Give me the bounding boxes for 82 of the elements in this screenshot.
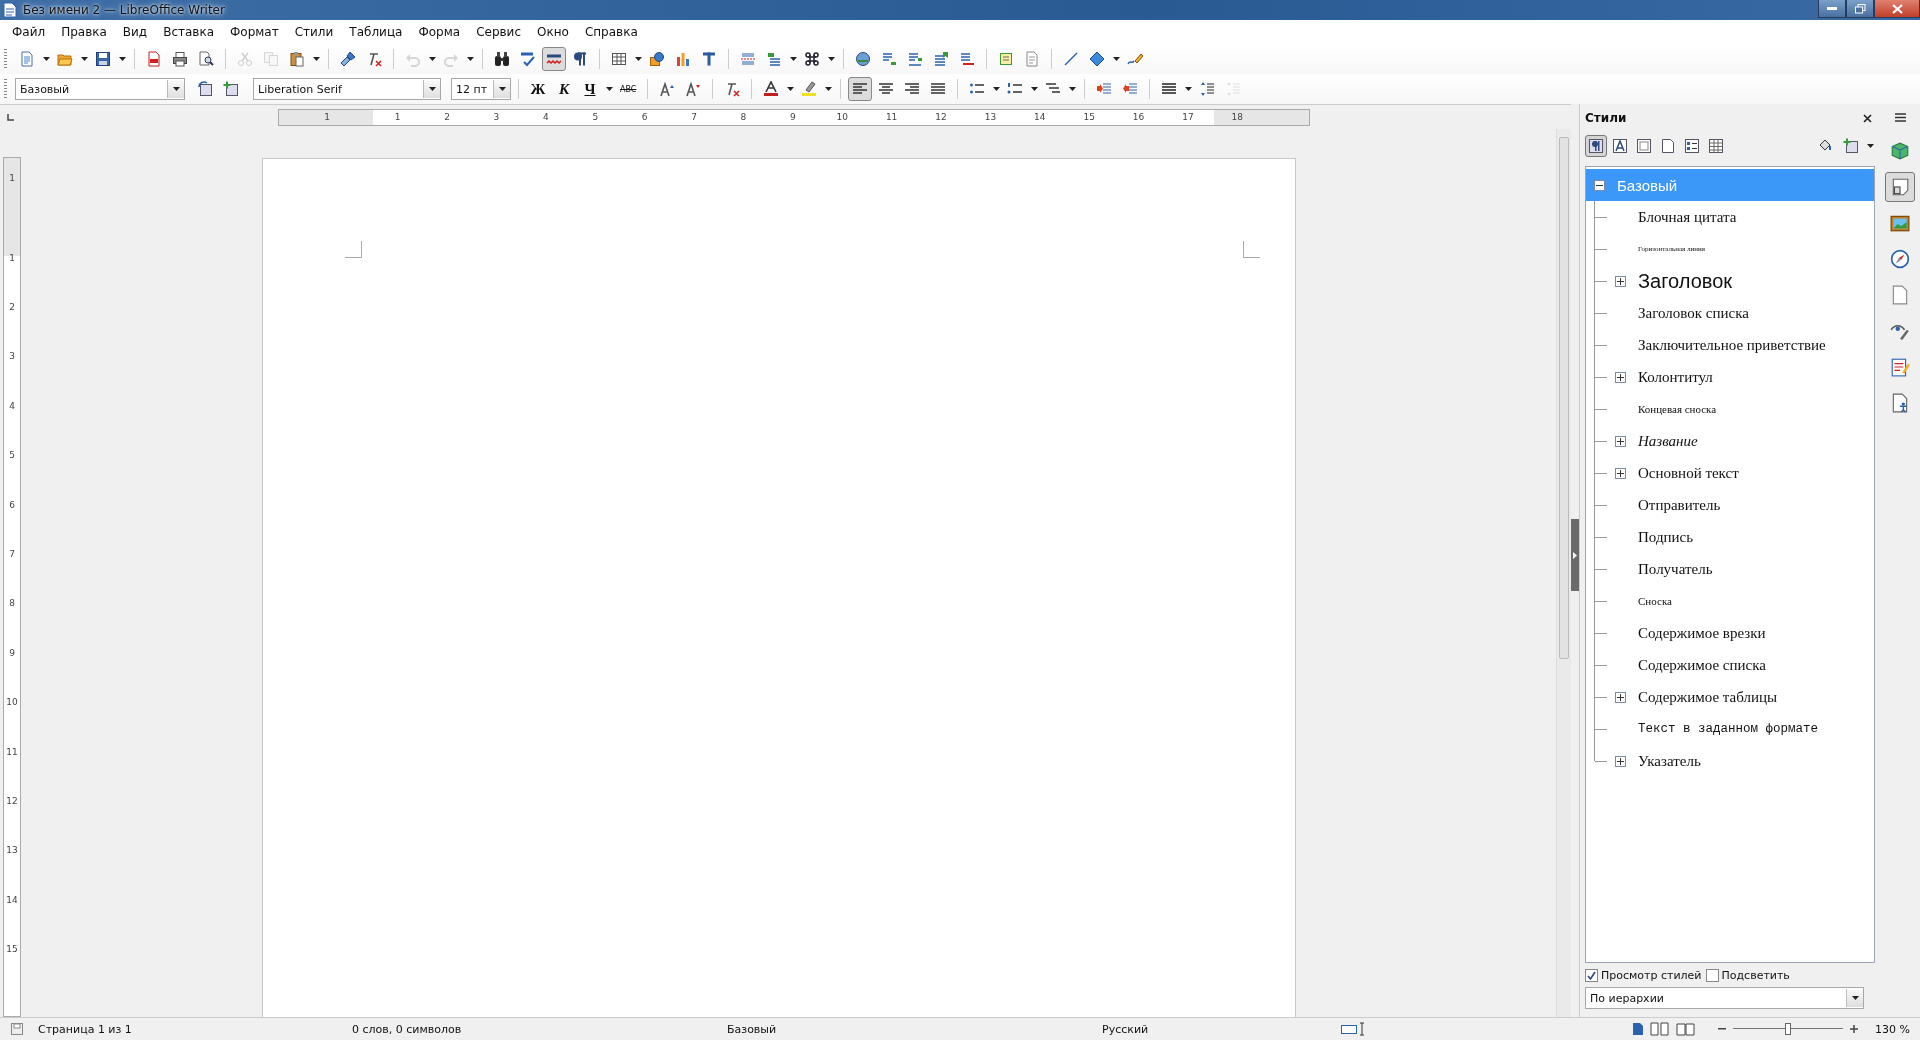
word-count[interactable]: 0 слов, 0 символов <box>352 1022 727 1036</box>
style-item[interactable]: Концевая сноска <box>1586 393 1874 425</box>
menu-item[interactable]: Окно <box>529 25 577 39</box>
style-item[interactable]: Заключительное приветствие <box>1586 329 1874 361</box>
ruler-number: 15 <box>1082 112 1096 122</box>
vertical-ruler[interactable]: 1 1 2 3 4 5 6 7 8 9 10 11 12 13 14 15 <box>3 157 21 1017</box>
style-item[interactable]: Указатель <box>1586 745 1874 777</box>
ruler-number: 6 <box>640 112 649 122</box>
ruler-number: 4 <box>542 112 550 122</box>
style-item[interactable]: Содержимое таблицы <box>1586 681 1874 713</box>
ruler-number: 9 <box>788 112 797 122</box>
page-style[interactable]: Базовый <box>727 1022 1102 1036</box>
horizontal-ruler[interactable]: 1 1 2 3 4 5 6 7 8 9 10 11 12 13 14 15 16 17 18 <box>278 108 1310 126</box>
ruler-number: 18 <box>1230 112 1245 122</box>
style-item[interactable]: Колонтитул <box>1586 361 1874 393</box>
ruler-number: 15 <box>6 943 18 957</box>
menu-item[interactable]: Справка <box>576 25 646 39</box>
menu-item[interactable]: Стили <box>286 25 342 39</box>
ruler-number: 10 <box>835 112 849 122</box>
ruler-number: 5 <box>9 449 15 463</box>
format-button[interactable]: К <box>552 77 576 101</box>
menu-item[interactable]: Форма <box>410 25 469 39</box>
style-item[interactable]: Название <box>1586 425 1874 457</box>
style-item[interactable]: Отправитель <box>1586 489 1874 521</box>
ruler-number: 17 <box>1181 112 1195 122</box>
ruler-number: 8 <box>9 597 15 611</box>
style-item[interactable]: Получатель <box>1586 553 1874 585</box>
ruler-number: 1 <box>393 112 402 122</box>
menu-item[interactable]: Формат <box>222 25 287 39</box>
ruler-number: 4 <box>9 399 15 413</box>
ruler-number: 8 <box>739 112 748 122</box>
ruler-number: 16 <box>1131 112 1146 122</box>
style-item[interactable]: Сноска <box>1586 585 1874 617</box>
ruler-number: 12 <box>6 795 18 808</box>
ruler-number: 7 <box>690 112 698 122</box>
menu-item[interactable]: Правка <box>53 25 115 39</box>
ruler-number: 2 <box>9 301 15 315</box>
paragraph-style-combo[interactable]: Базовый <box>15 78 185 100</box>
ruler-number: 1 <box>9 172 15 185</box>
panel-title: Стили <box>1585 111 1627 125</box>
style-item[interactable]: Подпись <box>1586 521 1874 553</box>
ruler-number: 11 <box>884 112 899 122</box>
style-item[interactable]: Текст в заданном формате <box>1586 713 1874 745</box>
ruler-number: 9 <box>9 646 15 660</box>
style-item[interactable]: Заголовок списка <box>1586 297 1874 329</box>
style-item[interactable]: Содержимое врезки <box>1586 617 1874 649</box>
ruler-number: 1 <box>9 251 15 265</box>
preview-styles-checkbox[interactable]: Просмотр стилей <box>1585 968 1702 982</box>
ruler-number: 11 <box>6 745 18 759</box>
style-item[interactable]: Содержимое списка <box>1586 649 1874 681</box>
style-item[interactable]: Заголовок <box>1586 265 1874 297</box>
ruler-number: 14 <box>1033 112 1047 122</box>
language[interactable]: Русский <box>1102 1022 1340 1036</box>
ruler-number: 5 <box>591 112 600 122</box>
menu-item[interactable]: Сервис <box>468 25 529 39</box>
font-size-combo[interactable]: 12 пт <box>451 78 511 100</box>
format-button[interactable]: Ж <box>526 77 550 101</box>
highlight-checkbox[interactable]: Подсветить <box>1705 968 1790 982</box>
font-name-combo[interactable]: Liberation Serif <box>253 78 441 100</box>
menu-item[interactable]: Файл <box>4 25 54 39</box>
ruler-number: 6 <box>9 498 15 512</box>
menu-item[interactable]: Вид <box>114 25 156 39</box>
style-filter-dropdown[interactable]: По иерархии <box>1585 987 1864 1009</box>
ruler-number: 1 <box>323 112 331 122</box>
ruler-number: 14 <box>6 893 18 907</box>
ruler-number: 12 <box>934 112 948 122</box>
style-item[interactable]: Основной текст <box>1586 457 1874 489</box>
page-count[interactable]: Страница 1 из 1 <box>38 1022 352 1036</box>
ruler-number: 2 <box>443 112 451 122</box>
ruler-number: 3 <box>9 350 15 364</box>
format-button[interactable]: Ч <box>578 77 602 101</box>
menu-item[interactable]: Вставка <box>155 25 222 39</box>
ruler-number: 10 <box>6 696 18 710</box>
zoom-level[interactable]: 130 % <box>1875 1022 1910 1036</box>
ruler-number: 3 <box>492 112 501 122</box>
ruler-number: 7 <box>9 548 15 562</box>
ruler-number: 13 <box>6 844 18 858</box>
ruler-number: 13 <box>983 112 998 122</box>
format-button[interactable]: ABC <box>616 77 641 101</box>
style-item[interactable]: Блочная цитата <box>1586 201 1874 233</box>
window-title: Без имени 2 — LibreOffice Writer <box>23 3 225 17</box>
menu-item[interactable]: Таблица <box>341 25 411 39</box>
